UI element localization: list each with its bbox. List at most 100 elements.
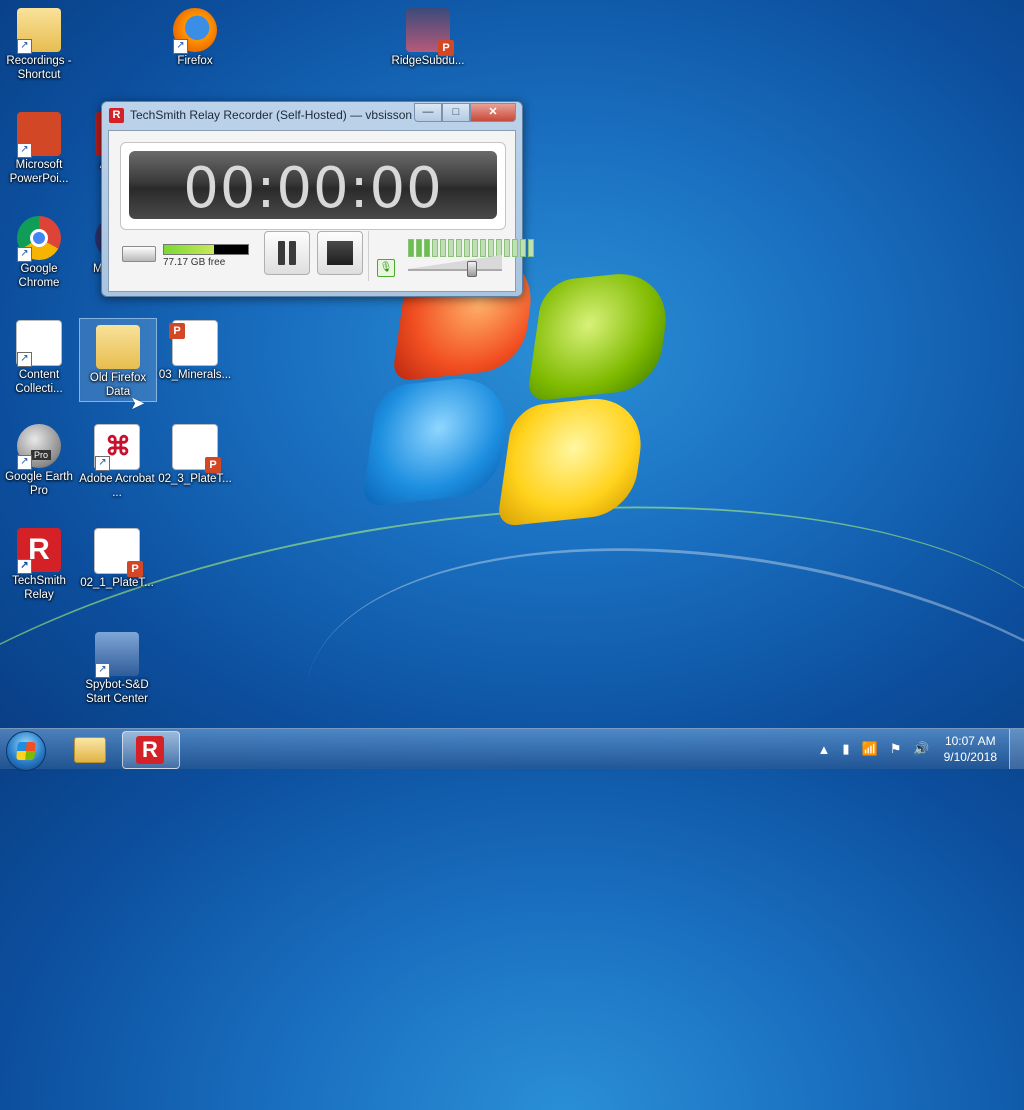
logo-yellow-pane: [496, 392, 649, 528]
ppt-badge-icon: P: [169, 323, 185, 339]
stop-icon: [327, 241, 353, 265]
clock[interactable]: 10:07 AM 9/10/2018: [944, 733, 997, 765]
desktop-icon-label: Google Earth Pro: [5, 471, 73, 497]
powerpoint-file-icon: P: [169, 320, 218, 366]
desktop-icon-content-collection[interactable]: ↗ Content Collecti...: [1, 314, 77, 396]
desktop-icon-ridgesubdu[interactable]: P RidgeSubdu...: [390, 2, 466, 68]
relay-icon: R ↗: [17, 528, 61, 574]
relay-taskbar-icon: R: [136, 736, 164, 764]
desktop-icon-chrome[interactable]: ↗ Google Chrome: [1, 210, 77, 290]
powerpoint-file-icon: P: [94, 528, 143, 577]
desktop-icon-recordings[interactable]: ↗ Recordings - Shortcut: [1, 2, 77, 82]
desktop-icon-label: Spybot-S&D Start Center: [85, 679, 149, 705]
powerpoint-icon: ↗: [17, 112, 61, 158]
folder-icon: ↗: [17, 8, 61, 54]
clock-date: 9/10/2018: [943, 750, 997, 764]
start-button[interactable]: [6, 731, 46, 771]
google-earth-icon: Pro ↗: [17, 424, 61, 470]
desktop-icon-google-earth[interactable]: Pro ↗ Google Earth Pro: [1, 418, 77, 498]
desktop-icon-label: Adobe Acrobat ...: [79, 473, 155, 499]
desktop-icon-label: Google Chrome: [18, 263, 60, 289]
taskbar-relay-button[interactable]: R: [122, 731, 180, 769]
taskbar-explorer-button[interactable]: [60, 731, 118, 767]
timer-frame: 00:00:00: [120, 142, 506, 230]
shortcut-arrow-icon: ↗: [17, 39, 32, 54]
powerpoint-file-icon: P: [406, 8, 454, 56]
taskbar: R ▲ ▮ 📶 ⚑ 🔊 10:07 AM 9/10/2018: [0, 728, 1024, 771]
windows-logo-wallpaper: [355, 248, 675, 535]
show-hidden-icons-button[interactable]: ▲: [818, 742, 831, 757]
document-grid-icon: ↗: [16, 320, 62, 367]
hard-drive-icon: [122, 246, 156, 262]
adobe-acrobat-icon: ⌘ ↗: [94, 424, 140, 471]
disk-free-text: 77.17 GB free: [163, 257, 226, 268]
pro-badge: Pro: [31, 450, 52, 460]
shortcut-arrow-icon: ↗: [17, 143, 32, 158]
desktop-icon-label: Microsoft PowerPoi...: [9, 159, 69, 185]
microphone-icon[interactable]: 🎙: [377, 259, 395, 277]
shortcut-arrow-icon: ↗: [17, 247, 32, 262]
disk-space-fill: [164, 245, 215, 254]
maximize-button[interactable]: □: [442, 103, 470, 122]
desktop-icon-techsmith-relay[interactable]: R ↗ TechSmith Relay: [1, 522, 77, 602]
desktop-icon-02-1-platet[interactable]: P 02_1_PlateT...: [79, 522, 155, 590]
desktop-icon-firefox[interactable]: ↗ Firefox: [157, 2, 233, 68]
ppt-badge-icon: P: [438, 40, 454, 56]
folder-icon: [96, 325, 140, 369]
spybot-icon: ↗: [95, 632, 139, 678]
volume-slider-track[interactable]: [408, 269, 502, 271]
recording-timer: 00:00:00: [183, 156, 443, 221]
window-controls: — □ ✕: [414, 103, 516, 122]
pause-icon: [278, 241, 296, 265]
chrome-center-icon: [30, 229, 48, 247]
pause-button[interactable]: [264, 231, 310, 275]
desktop-icon-03-minerals[interactable]: P 03_Minerals...: [157, 314, 233, 382]
stop-button[interactable]: [317, 231, 363, 275]
logo-green-pane: [526, 268, 674, 402]
desktop-icon-label: 03_Minerals...: [158, 369, 232, 381]
shortcut-arrow-icon: ↗: [95, 663, 110, 678]
desktop-icon-label: Recordings - Shortcut: [6, 55, 72, 81]
network-icon[interactable]: 📶: [862, 741, 878, 757]
desktop-icon-adobe-acrobat[interactable]: ⌘ ↗ Adobe Acrobat ...: [79, 418, 155, 500]
desktop-icon-label: 02_3_PlateT...: [158, 473, 232, 485]
battery-icon[interactable]: ▮: [842, 741, 849, 757]
divider: [368, 231, 369, 281]
meter-segment: [504, 239, 510, 257]
chrome-icon: ↗: [17, 216, 61, 262]
ppt-badge-icon: P: [127, 561, 143, 577]
firefox-icon: ↗: [173, 8, 217, 54]
volume-icon[interactable]: 🔊: [913, 741, 929, 757]
powerpoint-file-icon: P: [172, 424, 221, 473]
volume-slider-thumb[interactable]: [466, 261, 477, 277]
shortcut-arrow-icon: ↗: [17, 559, 32, 574]
window-title: TechSmith Relay Recorder (Self-Hosted) —…: [130, 108, 413, 122]
clock-time: 10:07 AM: [944, 734, 996, 748]
desktop-icon-label: TechSmith Relay: [12, 575, 66, 601]
desktop-icon-label: Content Collecti...: [15, 369, 63, 395]
desktop-icon-old-firefox-data[interactable]: Old Firefox Data: [79, 318, 157, 402]
ppt-badge-icon: P: [205, 457, 221, 473]
action-center-flag-icon[interactable]: ⚑: [890, 741, 902, 757]
logo-blue-pane: [361, 372, 514, 508]
system-tray: ▲ ▮ 📶 ⚑ 🔊 10:07 AM 9/10/2018: [812, 729, 1024, 769]
meter-segment: [512, 239, 518, 257]
timer-display: 00:00:00: [129, 151, 497, 221]
relay-recorder-window[interactable]: R TechSmith Relay Recorder (Self-Hosted)…: [101, 101, 534, 297]
volume-slider-ramp: [408, 255, 502, 269]
desktop-icon-label: Firefox: [177, 55, 213, 67]
meter-segment: [528, 239, 534, 257]
recorder-client-area: 00:00:00 77.17 GB free 🎙: [108, 130, 534, 292]
desktop-icon-powerpoint[interactable]: ↗ Microsoft PowerPoi...: [1, 106, 77, 186]
window-titlebar[interactable]: R TechSmith Relay Recorder (Self-Hosted)…: [102, 102, 522, 128]
close-button[interactable]: ✕: [470, 103, 516, 122]
desktop-icon-spybot[interactable]: ↗ Spybot-S&D Start Center: [79, 626, 155, 706]
shortcut-arrow-icon: ↗: [17, 455, 32, 470]
show-desktop-button[interactable]: [1009, 729, 1024, 769]
windows-flag-icon: [16, 742, 36, 760]
desktop-icon-02-3-platet[interactable]: P 02_3_PlateT...: [157, 418, 233, 486]
minimize-button[interactable]: —: [414, 103, 442, 122]
shortcut-arrow-icon: ↗: [173, 39, 188, 54]
mouse-cursor-icon: ➤: [130, 393, 146, 413]
disk-space-bar: [163, 244, 249, 255]
